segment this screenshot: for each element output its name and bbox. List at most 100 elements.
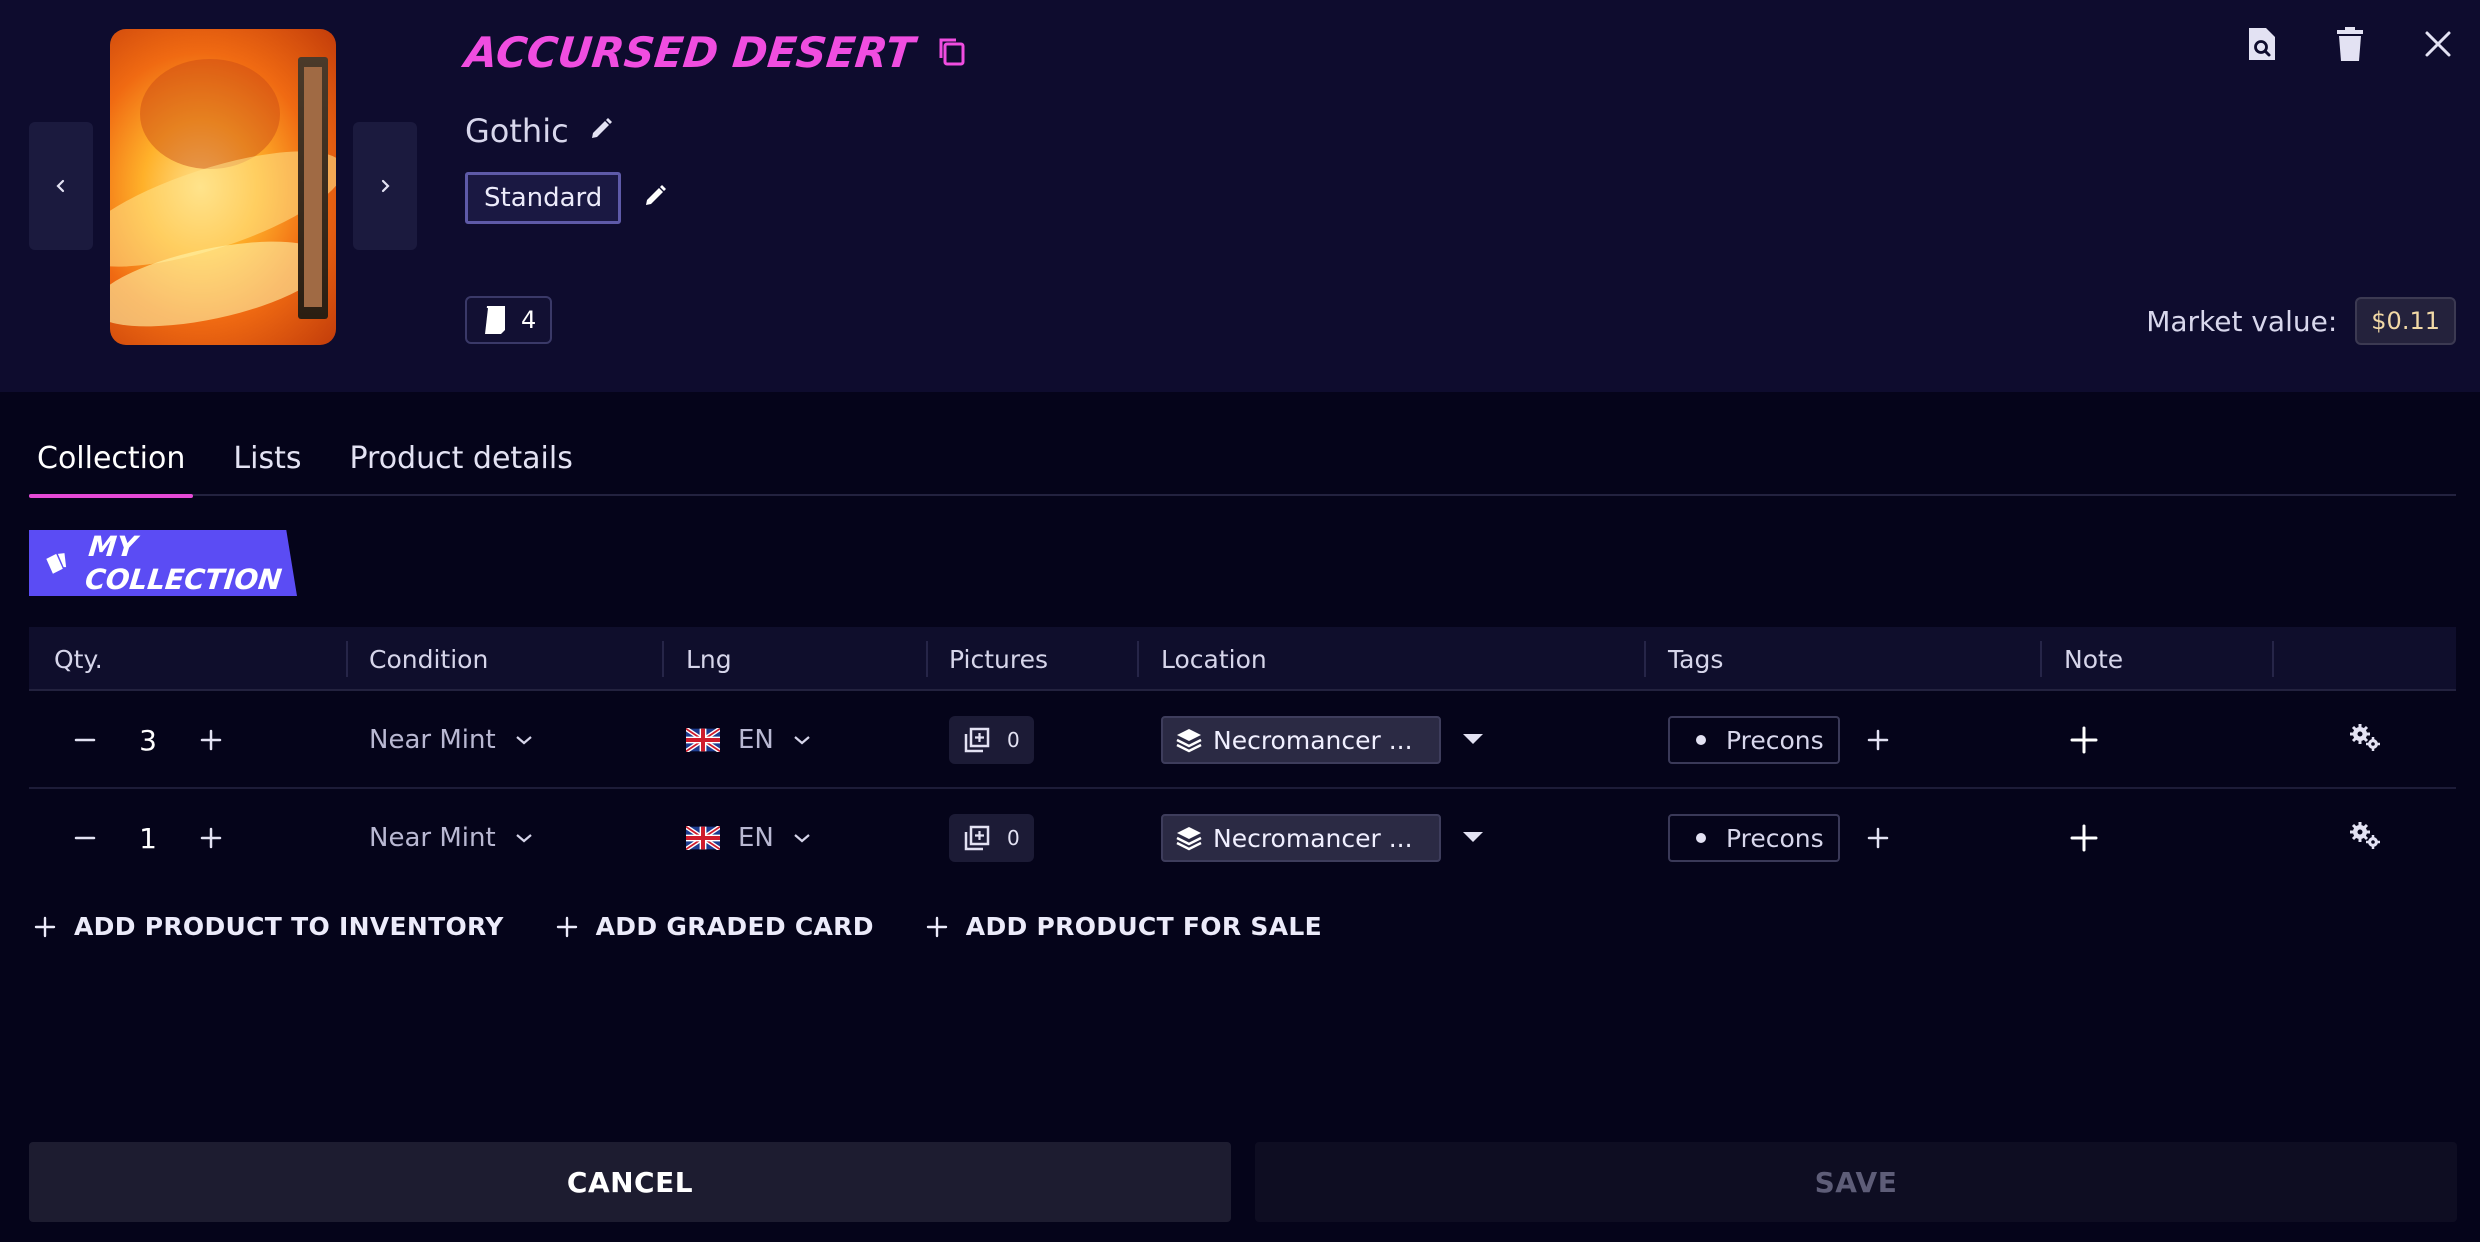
add-photo-icon [964, 825, 990, 851]
add-product-for-sale-label: ADD PRODUCT FOR SALE [965, 912, 1322, 941]
close-icon [2425, 31, 2451, 57]
add-graded-card-button[interactable]: ADD GRADED CARD [556, 912, 874, 941]
cancel-button[interactable]: CANCEL [29, 1142, 1231, 1222]
product-header: ACCURSED DESERT Gothic Standard 4 Market… [0, 0, 2480, 392]
row-settings-button[interactable] [2349, 821, 2381, 855]
chevron-down-icon [515, 736, 532, 745]
location-dropdown-button[interactable] [1461, 731, 1485, 750]
product-title: ACCURSED DESERT [462, 28, 917, 77]
header-condition: Condition [369, 644, 489, 674]
tag-chip[interactable]: Precons [1668, 716, 1840, 764]
tab-lists[interactable]: Lists [225, 420, 309, 496]
pictures-button[interactable]: 0 [949, 716, 1034, 764]
trash-icon [2337, 27, 2363, 61]
caret-down-icon [1463, 831, 1483, 842]
market-value: Market value: $0.11 [2146, 297, 2456, 345]
cards-icon [46, 553, 67, 574]
tab-bar: Collection Lists Product details [29, 420, 2456, 498]
add-graded-card-label: ADD GRADED CARD [595, 912, 874, 941]
edit-set-pencil-icon[interactable] [587, 115, 615, 147]
tag-dot [1696, 735, 1706, 745]
gears-icon [2350, 724, 2380, 751]
caret-down-icon [1463, 733, 1483, 744]
qty-stepper: 1 [65, 789, 231, 887]
plus-icon [556, 916, 577, 937]
owned-count-badge: 4 [465, 296, 553, 344]
location-value: Necromancer ... [1213, 823, 1413, 853]
tag-dot [1696, 833, 1706, 843]
qty-value: 3 [139, 723, 157, 757]
pictures-count: 0 [1007, 728, 1020, 752]
minus-icon [74, 836, 96, 840]
minus-icon [74, 738, 96, 742]
add-tag-button[interactable] [1858, 720, 1898, 760]
chevron-down-icon [515, 834, 532, 843]
increment-button[interactable] [191, 720, 231, 760]
tag-chip[interactable]: Precons [1668, 814, 1840, 862]
row-settings-button[interactable] [2349, 723, 2381, 757]
add-product-to-inventory-label: ADD PRODUCT TO INVENTORY [74, 912, 504, 941]
increment-button[interactable] [191, 818, 231, 858]
chevron-right-icon [381, 179, 390, 193]
save-button[interactable]: SAVE [1255, 1142, 2457, 1222]
pictures-button[interactable]: 0 [949, 814, 1034, 862]
uk-flag-icon [686, 826, 720, 850]
plus-icon [1867, 729, 1888, 751]
location-dropdown-button[interactable] [1461, 829, 1485, 848]
gears-icon [2350, 822, 2380, 849]
qty-value: 1 [139, 821, 157, 855]
decrement-button[interactable] [65, 818, 105, 858]
edit-format-pencil-icon[interactable] [641, 182, 669, 214]
condition-select[interactable]: Near Mint [369, 789, 534, 887]
table-header: Qty. Condition Lng Pictures Location Tag… [29, 627, 2456, 691]
plus-icon [200, 827, 222, 849]
market-value-amount: $0.11 [2355, 297, 2456, 345]
tab-collection[interactable]: Collection [29, 420, 194, 498]
condition-value: Near Mint [369, 823, 496, 853]
language-select[interactable]: EN [686, 691, 812, 789]
next-card-button[interactable] [353, 122, 417, 250]
my-collection-badge: MY COLLECTION [29, 530, 297, 596]
add-product-to-inventory-button[interactable]: ADD PRODUCT TO INVENTORY [34, 912, 504, 941]
add-actions: ADD PRODUCT TO INVENTORY ADD GRADED CARD… [34, 912, 1322, 941]
set-name: Gothic [465, 112, 569, 150]
card-image[interactable] [110, 29, 336, 345]
add-note-button[interactable] [2064, 818, 2104, 858]
decrement-button[interactable] [65, 720, 105, 760]
chevron-down-icon [794, 834, 810, 843]
add-photo-icon [964, 727, 990, 753]
language-select[interactable]: EN [686, 789, 812, 887]
layers-icon [1176, 729, 1202, 753]
plus-icon [200, 729, 222, 751]
plus-icon [2070, 824, 2098, 852]
language-value: EN [738, 725, 774, 755]
plus-icon [926, 916, 947, 937]
close-button[interactable] [2416, 22, 2460, 66]
copy-icon[interactable] [934, 33, 970, 73]
tab-product-details[interactable]: Product details [341, 420, 580, 496]
header-location: Location [1161, 644, 1267, 674]
header-tags: Tags [1668, 644, 1724, 674]
file-search-icon [2249, 28, 2275, 60]
add-note-button[interactable] [2064, 720, 2104, 760]
previous-card-button[interactable] [29, 122, 93, 250]
qty-stepper: 3 [65, 691, 231, 789]
format-badge: Standard [465, 172, 622, 224]
card-icon [483, 306, 505, 335]
owned-count: 4 [521, 306, 537, 334]
market-value-label: Market value: [2146, 304, 2338, 338]
plus-icon [1867, 827, 1888, 849]
add-tag-button[interactable] [1858, 818, 1898, 858]
tag-label: Precons [1726, 823, 1824, 853]
preview-button[interactable] [2240, 22, 2284, 66]
location-chip[interactable]: Necromancer ... [1161, 716, 1441, 764]
plus-icon [34, 916, 56, 937]
header-language: Lng [686, 644, 732, 674]
tag-label: Precons [1726, 725, 1824, 755]
chevron-left-icon [56, 179, 65, 193]
delete-button[interactable] [2328, 22, 2372, 66]
table-row: 1 Near Mint EN 0 Necromancer ... Precons [29, 789, 2456, 887]
condition-select[interactable]: Near Mint [369, 691, 534, 789]
add-product-for-sale-button[interactable]: ADD PRODUCT FOR SALE [926, 912, 1322, 941]
location-chip[interactable]: Necromancer ... [1161, 814, 1441, 862]
